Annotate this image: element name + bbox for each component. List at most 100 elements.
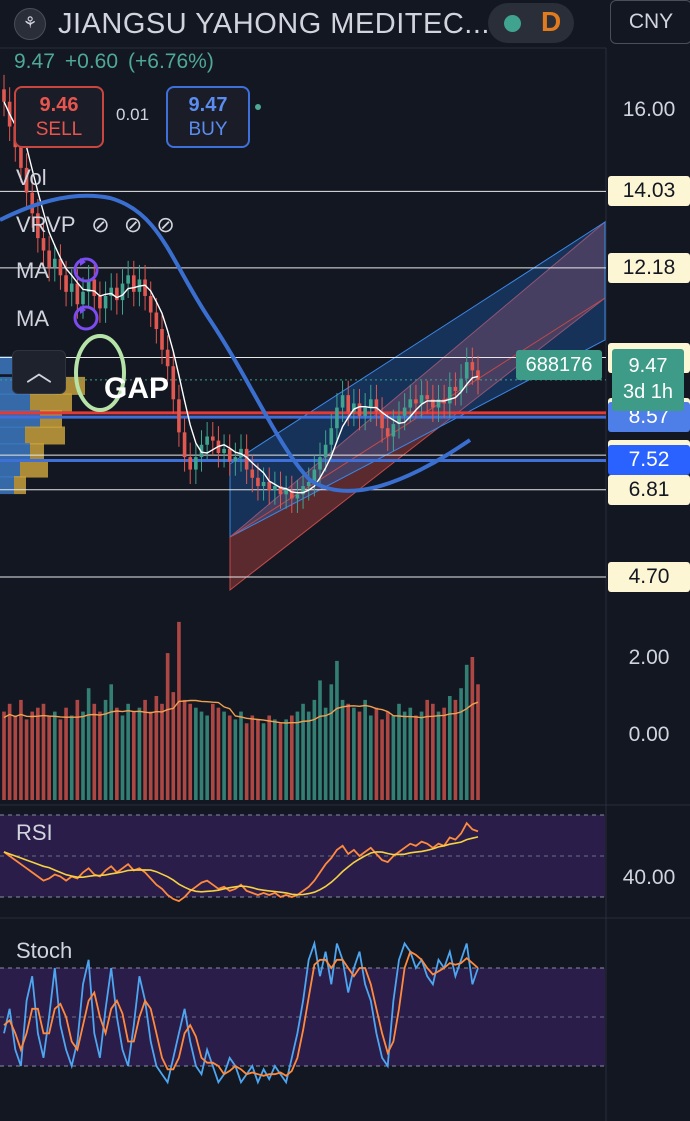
candle-body xyxy=(256,477,260,487)
candle-body xyxy=(453,386,458,392)
volume-bar xyxy=(318,680,322,800)
level-label[interactable]: 7.52 xyxy=(608,445,690,476)
volume-bar xyxy=(368,715,373,800)
candle-body xyxy=(402,407,407,416)
last-price: 9.47 xyxy=(14,50,55,73)
volume-bars xyxy=(2,621,480,800)
volume-profile-down xyxy=(14,476,26,495)
candle-body xyxy=(154,312,159,330)
market-status-icon xyxy=(504,15,521,32)
eye-off-icon[interactable]: ⊘ xyxy=(91,212,109,237)
volume-bar xyxy=(464,664,469,800)
volume-bar xyxy=(312,699,317,800)
ma-legend-2[interactable]: MA xyxy=(16,306,49,332)
volume-bar xyxy=(301,703,305,800)
volume-bar xyxy=(182,699,187,800)
stoch-legend[interactable]: Stoch xyxy=(16,938,72,964)
volume-bar xyxy=(425,699,430,800)
candle-body xyxy=(131,275,136,292)
collapse-legend-button[interactable]: ︿ xyxy=(12,350,66,394)
volume-bar xyxy=(357,711,362,800)
level-label[interactable]: 14.03 xyxy=(608,176,690,207)
bar-countdown: 3d 1h xyxy=(622,381,674,403)
quote-line: 9.47 +0.60 (+6.76%) xyxy=(14,50,224,74)
price-change: +0.60 xyxy=(64,50,119,73)
candle-body xyxy=(261,481,266,487)
candle-body xyxy=(205,436,209,445)
volume-bar xyxy=(352,707,356,800)
candle-body xyxy=(385,428,390,437)
level-label[interactable]: 4.70 xyxy=(608,562,690,592)
candle-body xyxy=(81,291,85,305)
candle-body xyxy=(188,457,193,470)
app-logo-icon[interactable]: ⚘ xyxy=(14,8,46,40)
level-label[interactable]: 6.81 xyxy=(608,474,690,505)
volume-bar xyxy=(261,723,266,800)
sell-button[interactable]: 9.46 SELL xyxy=(14,86,104,148)
volume-bar xyxy=(47,715,51,800)
refresh-icon[interactable] xyxy=(73,305,99,331)
candle-body xyxy=(182,432,187,458)
rsi-tick: 40.00 xyxy=(622,866,676,889)
volume-bar xyxy=(36,707,40,800)
volume-bar xyxy=(289,715,294,800)
eye-off-icon[interactable]: ⊘ xyxy=(124,212,142,237)
candle-body xyxy=(120,283,125,301)
volume-bar xyxy=(453,699,458,800)
volume-bar xyxy=(103,699,108,800)
vol-legend[interactable]: Vol xyxy=(16,165,47,191)
volume-bar xyxy=(380,719,384,800)
volume-bar xyxy=(64,707,68,800)
vrvp-legend[interactable]: VRVP ⊘ ⊘ ⊘ xyxy=(16,212,175,238)
sell-label: SELL xyxy=(35,119,83,140)
volume-bar xyxy=(267,715,272,800)
candle-body xyxy=(75,283,80,305)
candle-body xyxy=(414,399,418,404)
volume-bar xyxy=(126,703,130,800)
volume-profile-down xyxy=(25,426,65,445)
candle-body xyxy=(391,424,396,437)
refresh-icon[interactable] xyxy=(73,257,99,283)
candle-body xyxy=(329,428,334,445)
price-chart[interactable] xyxy=(0,0,690,1121)
volume-bar xyxy=(391,715,396,800)
volume-profile-down xyxy=(30,443,44,462)
buy-price: 9.47 xyxy=(188,94,228,116)
volume-bar xyxy=(131,711,136,800)
volume-tick: 0.00 xyxy=(628,723,670,746)
volume-bar xyxy=(2,711,6,800)
ma-legend-1[interactable]: MA xyxy=(16,258,49,284)
volume-bar xyxy=(340,699,345,800)
volume-bar xyxy=(109,684,114,800)
volume-bar xyxy=(52,711,57,800)
volume-bar xyxy=(278,723,283,800)
candle-body xyxy=(357,403,362,416)
buy-button[interactable]: 9.47 BUY xyxy=(166,86,250,148)
currency-label: CNY xyxy=(628,10,674,33)
rsi-legend[interactable]: RSI xyxy=(16,820,53,846)
volume-bar xyxy=(408,707,413,800)
candle-body xyxy=(464,362,469,379)
symbol-title[interactable]: JIANGSU YAHONG MEDITEC... xyxy=(58,8,490,41)
current-price-label: 9.47 3d 1h xyxy=(612,349,684,411)
volume-bar xyxy=(335,660,339,800)
volume-bar xyxy=(165,653,170,800)
volume-bar xyxy=(81,711,85,800)
level-label[interactable]: 12.18 xyxy=(608,252,690,283)
interval-label[interactable]: D xyxy=(541,6,561,38)
candle-body xyxy=(346,395,351,412)
volume-bar xyxy=(160,703,164,800)
eye-off-icon[interactable]: ⊘ xyxy=(156,212,174,237)
candle-body xyxy=(374,399,379,412)
volume-bar xyxy=(385,711,390,800)
currency-button[interactable]: CNY xyxy=(610,0,690,44)
volume-profile-up xyxy=(0,393,30,412)
sell-price: 9.46 xyxy=(39,94,79,116)
volume-bar xyxy=(143,699,147,800)
price-change-percent: (+6.76%) xyxy=(128,50,214,73)
candle-body xyxy=(335,407,339,429)
volume-bar xyxy=(216,707,221,800)
volume-profile-up xyxy=(0,476,14,495)
volume-bar xyxy=(459,688,463,800)
volume-bar xyxy=(329,684,334,800)
